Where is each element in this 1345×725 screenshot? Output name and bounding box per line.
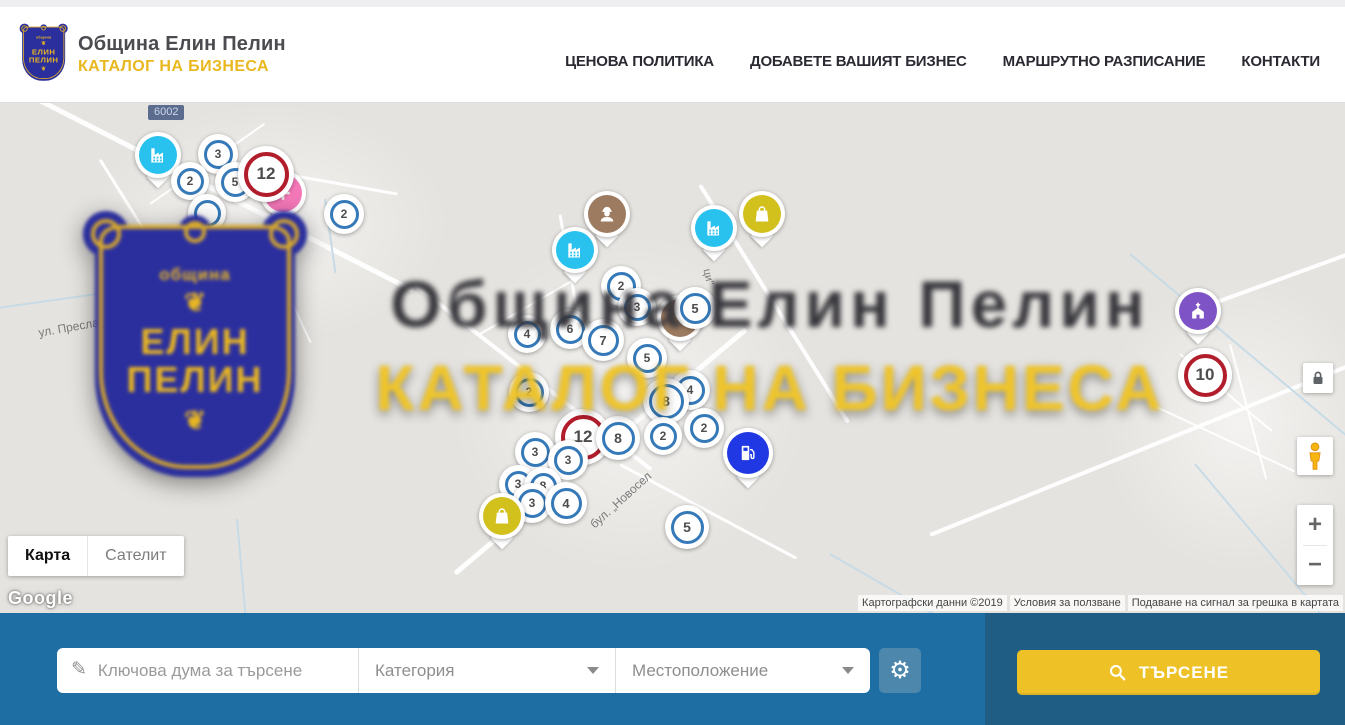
- search-bar: ✎ Категория Местоположение ⚙ ТЪРСЕНЕ: [0, 613, 1345, 725]
- street-view-pegman-button[interactable]: [1297, 437, 1333, 475]
- category-dropdown[interactable]: Категория: [358, 648, 615, 693]
- nav-item-contacts[interactable]: КОНТАКТИ: [1241, 53, 1320, 70]
- search-fieldbar: ✎ Категория Местоположение: [57, 648, 870, 693]
- map-attribution: Картографски данни ©2019 Условия за полз…: [858, 595, 1343, 611]
- category-dropdown-value: Категория: [375, 661, 454, 681]
- maptype-satellite-button[interactable]: Сателит: [87, 536, 183, 576]
- search-submit-button[interactable]: ТЪРСЕНЕ: [1017, 650, 1320, 695]
- cluster-marker[interactable]: 8: [596, 416, 640, 460]
- chevron-down-icon: [587, 667, 599, 674]
- maptype-control: Карта Сателит: [8, 536, 184, 576]
- zoom-out-button[interactable]: −: [1297, 546, 1333, 586]
- bag-icon: [483, 497, 521, 535]
- fullscreen-lock-button[interactable]: [1303, 363, 1333, 393]
- cluster-marker[interactable]: [188, 194, 226, 232]
- keyword-search-input[interactable]: [98, 661, 358, 681]
- pin-marker[interactable]: [552, 227, 598, 273]
- zoom-control: + −: [1297, 505, 1333, 585]
- cluster-marker[interactable]: 3: [618, 288, 656, 326]
- cluster-marker[interactable]: 10: [1178, 348, 1232, 402]
- lock-icon: [1309, 369, 1327, 387]
- maptype-map-button[interactable]: Карта: [8, 536, 87, 576]
- cluster-marker[interactable]: 2: [644, 417, 682, 455]
- search-submit-panel: ТЪРСЕНЕ: [985, 613, 1345, 725]
- nav-item-add-business[interactable]: ДОБАВЕТЕ ВАШИЯТ БИЗНЕС: [750, 53, 967, 70]
- cluster-marker[interactable]: 5: [665, 505, 709, 549]
- fuel-icon: [727, 432, 769, 474]
- advanced-settings-button[interactable]: ⚙: [879, 648, 921, 693]
- cluster-marker[interactable]: 2: [324, 194, 364, 234]
- gear-icon: ⚙: [889, 659, 911, 683]
- pegman-icon: [1304, 441, 1326, 471]
- cluster-marker[interactable]: 12: [238, 146, 294, 202]
- cluster-marker[interactable]: 2: [684, 408, 724, 448]
- cluster-marker[interactable]: 4: [545, 482, 587, 524]
- pencil-icon: ✎: [71, 658, 87, 681]
- street-label: ул. Преслав: [37, 314, 106, 339]
- site-subtitle: КАТАЛОГ НА БИЗНЕСА: [78, 58, 286, 76]
- cluster-marker[interactable]: 5: [674, 287, 716, 329]
- pin-marker[interactable]: [739, 191, 785, 237]
- pin-marker[interactable]: [723, 428, 773, 478]
- search-fields-panel: ✎ Категория Местоположение ⚙: [0, 613, 985, 725]
- cluster-marker[interactable]: 7: [582, 319, 624, 361]
- attribution-copyright: Картографски данни ©2019: [858, 595, 1007, 611]
- site-header: община ❦ ЕЛИН ПЕЛИН ❦ Община Елин Пелин …: [0, 7, 1345, 103]
- google-logo[interactable]: Google: [8, 588, 73, 609]
- pin-marker[interactable]: [691, 205, 737, 251]
- main-nav: ЦЕНОВА ПОЛИТИКА ДОБАВЕТЕ ВАШИЯТ БИЗНЕС М…: [565, 53, 1320, 70]
- chevron-down-icon: [842, 667, 854, 674]
- cluster-marker[interactable]: 4: [508, 315, 546, 353]
- bag-icon: [743, 195, 781, 233]
- zoom-in-button[interactable]: +: [1297, 505, 1333, 545]
- brand-logo-block[interactable]: община ❦ ЕЛИН ПЕЛИН ❦ Община Елин Пелин …: [20, 24, 286, 86]
- factory-icon: [556, 231, 594, 269]
- cluster-marker[interactable]: 2: [509, 372, 549, 412]
- factory-icon: [139, 136, 177, 174]
- pin-marker[interactable]: [1175, 288, 1221, 334]
- pin-marker[interactable]: [479, 493, 525, 539]
- google-map[interactable]: 6002 ул. Преславбул. „Новоселци": [0, 103, 1345, 613]
- road-number-badge: 6002: [148, 105, 184, 120]
- location-dropdown[interactable]: Местоположение: [615, 648, 870, 693]
- keyword-field[interactable]: ✎: [57, 648, 358, 693]
- search-icon: [1108, 663, 1127, 682]
- window-top-strip: [0, 0, 1345, 7]
- nav-item-pricing[interactable]: ЦЕНОВА ПОЛИТИКА: [565, 53, 714, 70]
- factory-icon: [695, 209, 733, 247]
- municipality-crest-logo: община ❦ ЕЛИН ПЕЛИН ❦: [20, 24, 68, 86]
- site-title: Община Елин Пелин: [78, 33, 286, 56]
- church-icon: [1179, 292, 1217, 330]
- attribution-report-error-link[interactable]: Подаване на сигнал за грешка в картата: [1128, 595, 1343, 611]
- cluster-marker[interactable]: 5: [627, 338, 667, 378]
- location-dropdown-value: Местоположение: [632, 661, 768, 681]
- attribution-terms-link[interactable]: Условия за ползване: [1010, 595, 1125, 611]
- nav-item-route-schedule[interactable]: МАРШРУТНО РАЗПИСАНИЕ: [1003, 53, 1206, 70]
